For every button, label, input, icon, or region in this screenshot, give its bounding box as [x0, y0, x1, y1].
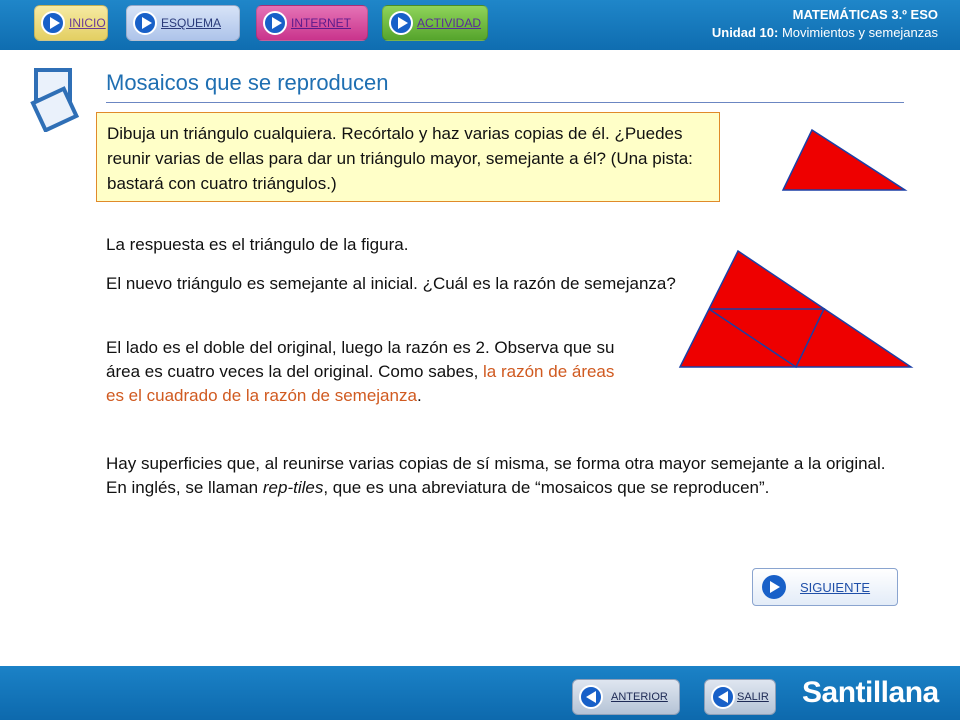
play-icon: [41, 11, 65, 35]
salir-button[interactable]: SALIR: [704, 679, 776, 715]
similarity-question: El nuevo triángulo es semejante al inici…: [106, 274, 676, 293]
course-unit: Unidad 10: Movimientos y semejanzas: [712, 24, 938, 42]
page-title: Mosaicos que se reproducen: [106, 70, 389, 95]
title-divider: [106, 102, 904, 103]
internet-label: INTERNET: [291, 16, 351, 30]
siguiente-label: SIGUIENTE: [800, 579, 871, 595]
internet-button[interactable]: INTERNET: [256, 5, 368, 41]
unit-label: Unidad 10:: [711, 25, 779, 40]
play-icon: [762, 575, 786, 599]
play-icon: [263, 11, 287, 35]
reptiles-text: Hay superficies que, al reunirse varias …: [106, 452, 886, 500]
question-box: Dibuja un triángulo cualquiera. Recórtal…: [96, 112, 720, 202]
esquema-button[interactable]: ESQUEMA: [126, 5, 240, 41]
actividad-label: ACTIVIDAD: [417, 16, 482, 30]
play-icon: [133, 11, 157, 35]
anterior-button[interactable]: ANTERIOR: [572, 679, 680, 715]
explanation-part-2: .: [416, 386, 422, 405]
back-icon: [711, 685, 735, 709]
big-triangle-figure: [678, 249, 914, 369]
course-header: MATEMÁTICAS 3.º ESO Unidad 10: Movimient…: [712, 6, 938, 42]
tiles-icon: [30, 68, 80, 132]
reptiles-part-2: , que es una abreviatura de “mosaicos qu…: [323, 478, 770, 497]
answer-text: La respuesta es el triángulo de la figur…: [106, 235, 409, 254]
course-subject: MATEMÁTICAS 3.º ESO: [792, 7, 938, 22]
small-triangle: [781, 128, 908, 191]
esquema-label: ESQUEMA: [161, 16, 222, 30]
play-icon: [389, 11, 413, 35]
actividad-button[interactable]: ACTIVIDAD: [382, 5, 488, 41]
unit-title: Movimientos y semejanzas: [778, 25, 938, 40]
explanation-text: El lado es el doble del original, luego …: [106, 336, 616, 408]
inicio-button[interactable]: INICIO: [34, 5, 108, 41]
reptiles-term: rep-tiles: [262, 478, 324, 497]
back-icon: [579, 685, 603, 709]
siguiente-button[interactable]: SIGUIENTE: [752, 568, 898, 606]
salir-label: SALIR: [737, 691, 769, 703]
santillana-logo: Santillana: [802, 676, 939, 709]
anterior-label: ANTERIOR: [611, 691, 668, 703]
inicio-label: INICIO: [69, 16, 106, 30]
